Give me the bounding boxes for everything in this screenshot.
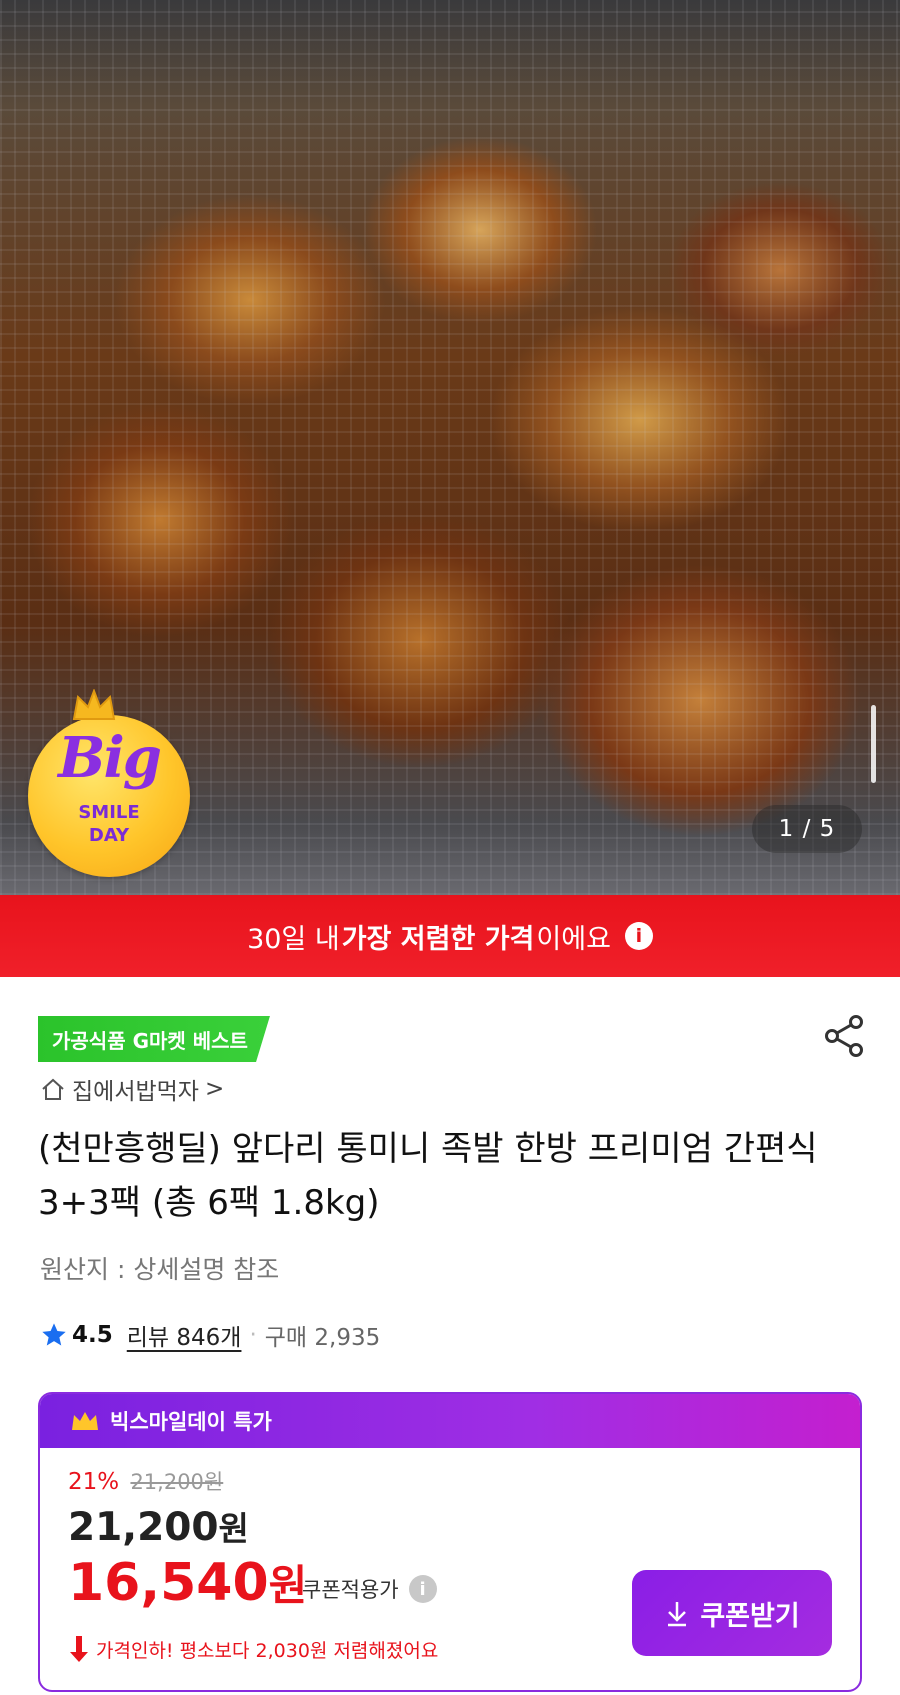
- big-smile-day-badge: Big SMILE DAY: [28, 689, 190, 877]
- lowest-price-banner[interactable]: 30일 내 가장 저렴한 가격 이에요 i: [0, 895, 900, 977]
- banner-text-post: 이에요: [536, 923, 611, 955]
- deal-header-text: 빅스마일데이 특가: [110, 1410, 272, 1434]
- original-price: 21,200원: [130, 1470, 224, 1494]
- info-icon[interactable]: i: [624, 922, 653, 950]
- image-counter: 1 / 5: [752, 805, 862, 853]
- coupon-label-text: 쿠폰적용가: [302, 1578, 399, 1602]
- price-drop-note: 가격인하! 평소보다 2,030원 저렴해졌어요: [68, 1634, 438, 1664]
- download-icon: [668, 1602, 687, 1627]
- coupon-price: 16,540원: [68, 1552, 307, 1613]
- info-icon[interactable]: i: [408, 1575, 437, 1603]
- chevron-right-icon: >: [204, 1076, 225, 1102]
- store-link[interactable]: 집에서밥먹자 >: [40, 1072, 224, 1106]
- star-icon: [42, 1323, 66, 1346]
- get-coupon-button[interactable]: 쿠폰받기: [632, 1570, 832, 1656]
- crown-icon: [72, 689, 116, 720]
- price-drop-text: 가격인하! 평소보다 2,030원 저렴해졌어요: [96, 1639, 439, 1662]
- badge-big-text: Big: [58, 725, 162, 791]
- badge-smile-text: SMILE: [78, 802, 140, 823]
- home-icon: [42, 1078, 64, 1100]
- image-scrollbar: [871, 705, 876, 783]
- origin-text: 원산지 : 상세설명 참조: [40, 1255, 280, 1284]
- get-coupon-label: 쿠폰받기: [700, 1600, 800, 1632]
- rating-score: 4.5: [72, 1322, 113, 1348]
- deal-card: 빅스마일데이 특가 21% 21,200원 21,200원 16,540원 쿠폰…: [38, 1392, 862, 1692]
- product-image-carousel[interactable]: Big SMILE DAY 1 / 5: [0, 0, 900, 895]
- arrow-down-icon: [70, 1636, 88, 1662]
- separator-dot: ·: [249, 1322, 257, 1348]
- sale-price-unit: 원: [218, 1509, 249, 1548]
- deal-body: 21% 21,200원 21,200원 16,540원 쿠폰적용가 i 가격인하…: [40, 1448, 860, 1690]
- coupon-price-label: 쿠폰적용가 i: [302, 1574, 437, 1604]
- banner-text-pre: 30일 내: [247, 923, 340, 955]
- sale-price-number: 21,200: [68, 1505, 219, 1550]
- share-icon[interactable]: [822, 1012, 866, 1060]
- badge-day-text: DAY: [88, 825, 130, 846]
- review-count-link[interactable]: 리뷰 846개: [127, 1318, 242, 1352]
- discount-percent: 21%: [68, 1469, 120, 1495]
- coupon-price-number: 16,540: [68, 1553, 269, 1613]
- deal-header: 빅스마일데이 특가: [40, 1394, 860, 1448]
- product-title: (천만흥행딜) 앞다리 통미니 족발 한방 프리미엄 간편식 3+3팩 (총 6…: [38, 1129, 818, 1223]
- crown-icon: [72, 1412, 98, 1430]
- best-seller-tag[interactable]: 가공식품 G마켓 베스트: [38, 1016, 270, 1062]
- banner-text-bold: 가장 저렴한 가격: [341, 923, 535, 955]
- discount-row: 21% 21,200원: [68, 1466, 223, 1496]
- rating-row: 4.5 리뷰 846개 · 구매 2,935: [40, 1318, 380, 1352]
- purchase-count: 구매 2,935: [264, 1325, 381, 1351]
- sale-price: 21,200원: [68, 1502, 249, 1550]
- store-name: 집에서밥먹자: [72, 1079, 199, 1105]
